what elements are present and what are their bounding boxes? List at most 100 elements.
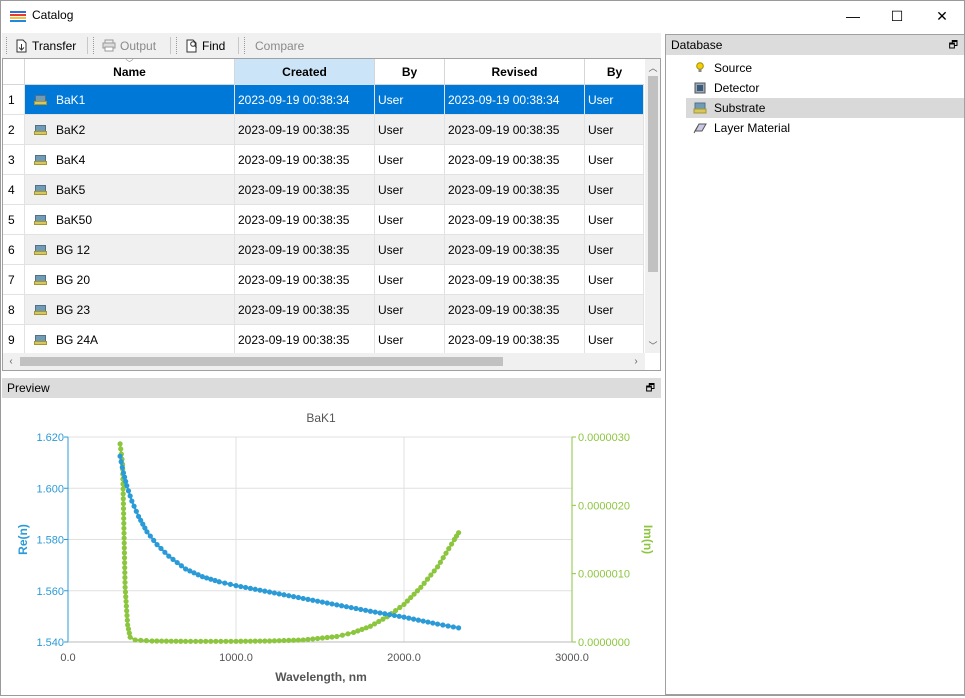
column-header-revised-by[interactable]: By <box>585 59 644 85</box>
table-cell-by2[interactable]: User <box>585 205 644 234</box>
table-cell-created[interactable]: 2023-09-19 00:38:35 <box>235 235 375 264</box>
horizontal-scroll-thumb[interactable] <box>20 357 503 366</box>
table-cell-name[interactable]: BaK4 <box>25 145 235 174</box>
table-cell-created[interactable]: 2023-09-19 00:38:35 <box>235 115 375 144</box>
scroll-right-icon[interactable]: › <box>628 353 644 370</box>
table-cell-by[interactable]: User <box>375 175 445 204</box>
table-cell-by[interactable]: User <box>375 205 445 234</box>
row-number[interactable]: 4 <box>3 175 25 204</box>
close-button[interactable]: ✕ <box>919 1 965 31</box>
compare-button[interactable]: Compare <box>255 36 304 55</box>
table-row[interactable]: 2 BaK2 2023-09-19 00:38:35 User 2023-09-19 0… <box>3 115 644 145</box>
column-header-revised[interactable]: Revised <box>445 59 585 85</box>
table-cell-by2[interactable]: User <box>585 325 644 354</box>
table-cell-name[interactable]: BG 12 <box>25 235 235 264</box>
table-row[interactable]: 3 BaK4 2023-09-19 00:38:35 User 2023-09-19 0… <box>3 145 644 175</box>
row-number[interactable]: 1 <box>3 85 25 114</box>
scroll-up-icon[interactable]: ︿ <box>645 59 660 75</box>
row-number[interactable]: 7 <box>3 265 25 294</box>
table-cell-revised[interactable]: 2023-09-19 00:38:34 <box>445 85 585 114</box>
row-number[interactable]: 8 <box>3 295 25 324</box>
table-row[interactable]: 1 BaK1 2023-09-19 00:38:34 User 2023-09-19 0… <box>3 85 644 115</box>
re-data-point <box>358 606 364 613</box>
toolbar-grip[interactable] <box>93 37 95 54</box>
database-item-label: Source <box>714 61 753 75</box>
row-number[interactable]: 6 <box>3 235 25 264</box>
table-cell-name[interactable]: BG 20 <box>25 265 235 294</box>
table-row[interactable]: 7 BG 20 2023-09-19 00:38:35 User 2023-09-19 … <box>3 265 644 295</box>
table-cell-revised[interactable]: 2023-09-19 00:38:35 <box>445 145 585 174</box>
vertical-scrollbar[interactable]: ︿ ﹀ <box>645 59 660 353</box>
table-cell-name[interactable]: BaK2 <box>25 115 235 144</box>
table-cell-name[interactable]: BG 24A <box>25 325 235 354</box>
table-row[interactable]: 6 BG 12 2023-09-19 00:38:35 User 2023-09-19 … <box>3 235 644 265</box>
table-row[interactable]: 9 BG 24A 2023-09-19 00:38:35 User 2023-09-19… <box>3 325 644 355</box>
table-cell-name[interactable]: BaK1 <box>25 85 235 114</box>
restore-pane-icon[interactable]: 🗗 <box>646 381 655 398</box>
table-cell-created[interactable]: 2023-09-19 00:38:34 <box>235 85 375 114</box>
y-tick-label: 1.560 <box>36 586 64 598</box>
table-cell-by2[interactable]: User <box>585 265 644 294</box>
database-item-layer-material[interactable]: Layer Material <box>686 118 790 138</box>
table-row[interactable]: 4 BaK5 2023-09-19 00:38:35 User 2023-09-19 0… <box>3 175 644 205</box>
row-number[interactable]: 5 <box>3 205 25 234</box>
toolbar-grip[interactable] <box>176 37 178 54</box>
column-header-by[interactable]: By <box>375 59 445 85</box>
table-cell-by[interactable]: User <box>375 145 445 174</box>
database-item-substrate[interactable]: Substrate <box>686 98 964 118</box>
table-row[interactable]: 5 BaK50 2023-09-19 00:38:35 User 2023-09-19 … <box>3 205 644 235</box>
maximize-button[interactable]: ☐ <box>874 1 920 31</box>
output-button[interactable]: Output <box>102 36 156 55</box>
table-cell-by2[interactable]: User <box>585 85 644 114</box>
vertical-scroll-thumb[interactable] <box>648 76 658 272</box>
re-data-point <box>382 611 388 617</box>
row-number[interactable]: 3 <box>3 145 25 174</box>
row-number[interactable]: 2 <box>3 115 25 144</box>
table-cell-created[interactable]: 2023-09-19 00:38:35 <box>235 325 375 354</box>
table-cell-created[interactable]: 2023-09-19 00:38:35 <box>235 145 375 174</box>
horizontal-scrollbar[interactable]: ‹ › <box>3 353 645 370</box>
table-cell-created[interactable]: 2023-09-19 00:38:35 <box>235 295 375 324</box>
table-cell-revised[interactable]: 2023-09-19 00:38:35 <box>445 325 585 354</box>
database-item-detector[interactable]: Detector <box>686 78 759 98</box>
row-number[interactable]: 9 <box>3 325 25 354</box>
table-cell-revised[interactable]: 2023-09-19 00:38:35 <box>445 205 585 234</box>
row-header-corner[interactable] <box>3 59 25 85</box>
table-cell-name[interactable]: BaK50 <box>25 205 235 234</box>
table-cell-by[interactable]: User <box>375 325 445 354</box>
table-cell-revised[interactable]: 2023-09-19 00:38:35 <box>445 265 585 294</box>
database-item-source[interactable]: Source <box>686 58 752 78</box>
minimize-button[interactable]: — <box>830 1 876 31</box>
im-data-point <box>122 579 128 586</box>
find-button[interactable]: Find <box>185 36 225 55</box>
table-cell-created[interactable]: 2023-09-19 00:38:35 <box>235 265 375 294</box>
table-cell-by[interactable]: User <box>375 115 445 144</box>
column-header-created[interactable]: Created <box>235 59 375 85</box>
table-cell-revised[interactable]: 2023-09-19 00:38:35 <box>445 295 585 324</box>
table-cell-by[interactable]: User <box>375 265 445 294</box>
table-cell-revised[interactable]: 2023-09-19 00:38:35 <box>445 235 585 264</box>
table-cell-revised[interactable]: 2023-09-19 00:38:35 <box>445 115 585 144</box>
toolbar-grip[interactable] <box>244 37 246 54</box>
re-data-point <box>262 588 268 594</box>
table-cell-name[interactable]: BaK5 <box>25 175 235 204</box>
scroll-left-icon[interactable]: ‹ <box>3 353 19 370</box>
table-cell-by[interactable]: User <box>375 85 445 114</box>
table-cell-created[interactable]: 2023-09-19 00:38:35 <box>235 175 375 204</box>
table-row[interactable]: 8 BG 23 2023-09-19 00:38:35 User 2023-09-19 … <box>3 295 644 325</box>
table-cell-by[interactable]: User <box>375 235 445 264</box>
table-cell-revised[interactable]: 2023-09-19 00:38:35 <box>445 175 585 204</box>
table-cell-by2[interactable]: User <box>585 235 644 264</box>
table-cell-by2[interactable]: User <box>585 145 644 174</box>
toolbar-grip[interactable] <box>6 37 8 54</box>
column-header-name[interactable]: ﹀ Name <box>25 59 235 85</box>
table-cell-created[interactable]: 2023-09-19 00:38:35 <box>235 205 375 234</box>
table-cell-by[interactable]: User <box>375 295 445 324</box>
table-cell-by2[interactable]: User <box>585 295 644 324</box>
table-cell-by2[interactable]: User <box>585 175 644 204</box>
restore-pane-icon[interactable]: 🗗 <box>949 38 958 55</box>
scroll-down-icon[interactable]: ﹀ <box>645 337 660 353</box>
table-cell-name[interactable]: BG 23 <box>25 295 235 324</box>
transfer-button[interactable]: Transfer <box>15 36 76 55</box>
table-cell-by2[interactable]: User <box>585 115 644 144</box>
